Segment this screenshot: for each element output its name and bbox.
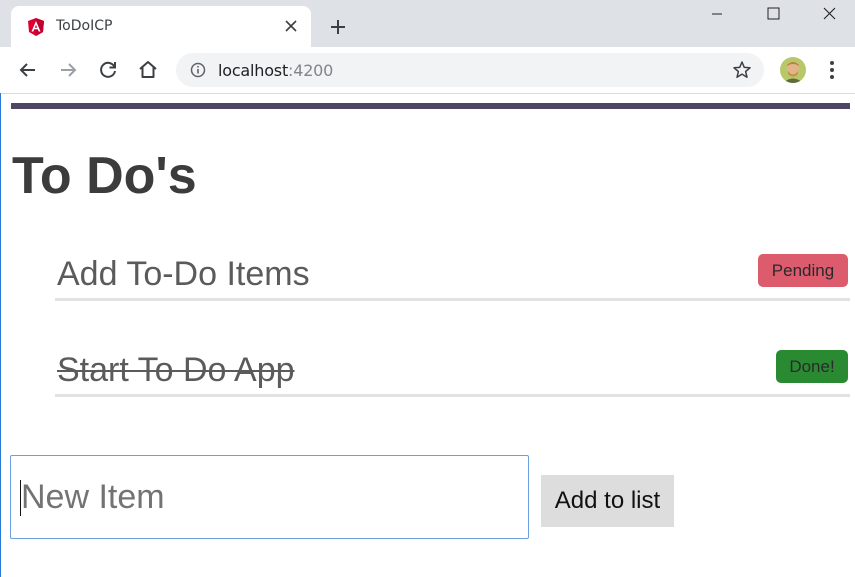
url-port: :4200 [288, 61, 334, 80]
avatar[interactable] [780, 57, 806, 83]
todo-item[interactable]: Start To Do App Done! [55, 342, 850, 397]
close-icon[interactable] [281, 16, 301, 36]
status-badge-done[interactable]: Done! [776, 350, 848, 383]
status-badge-pending[interactable]: Pending [758, 254, 848, 287]
forward-icon[interactable] [56, 58, 80, 82]
info-icon[interactable] [190, 62, 206, 78]
url-text: localhost:4200 [218, 61, 333, 80]
address-bar[interactable]: localhost:4200 [176, 53, 764, 87]
angular-favicon [28, 18, 44, 36]
kebab-menu-icon[interactable] [822, 59, 842, 81]
star-icon[interactable] [732, 60, 752, 80]
minimize-icon[interactable] [694, 4, 740, 26]
tab-title: ToDoICP [56, 18, 113, 34]
reload-icon[interactable] [96, 58, 120, 82]
browser-toolbar: localhost:4200 [0, 47, 855, 94]
back-icon[interactable] [16, 58, 40, 82]
todo-text: Add To-Do Items [57, 255, 310, 293]
plus-icon[interactable] [326, 15, 350, 39]
browser-titlebar: ToDoICP [0, 0, 855, 47]
page-title: To Do's [12, 147, 197, 205]
text-caret [20, 480, 21, 516]
todo-item[interactable]: Add To-Do Items Pending [55, 246, 850, 301]
header-accent-bar [11, 103, 850, 109]
home-icon[interactable] [136, 58, 160, 82]
maximize-icon[interactable] [750, 4, 796, 26]
add-to-list-button[interactable]: Add to list [541, 475, 674, 527]
url-host: localhost [218, 61, 289, 80]
window-edge [0, 93, 1, 577]
window-close-icon[interactable] [806, 4, 852, 26]
new-item-input[interactable] [10, 455, 529, 539]
browser-tab[interactable]: ToDoICP [11, 6, 311, 47]
todo-text: Start To Do App [57, 351, 295, 389]
